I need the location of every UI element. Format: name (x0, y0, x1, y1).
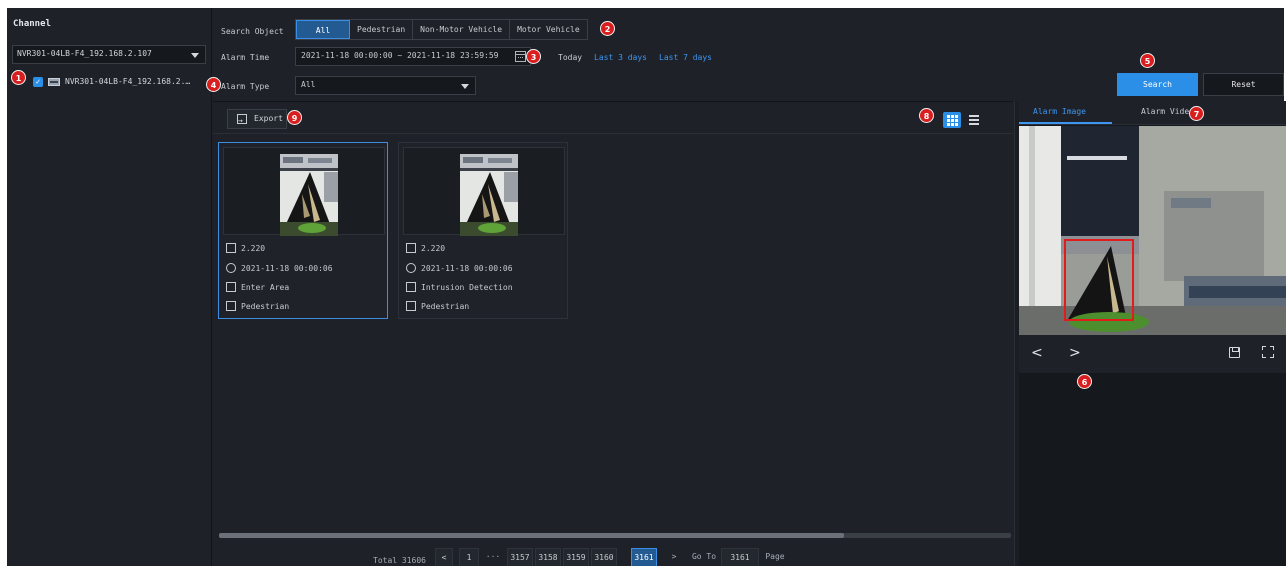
result-channel: 2.220 (226, 243, 265, 253)
result-thumbnail (280, 154, 338, 236)
pedestrian-target-icon (226, 301, 236, 311)
alarm-type-label: Alarm Type (221, 82, 270, 91)
channel-tree-item[interactable]: ✓ NVR301-04LB-F4_192.168.2.… (33, 75, 209, 91)
result-event: Intrusion Detection (406, 282, 513, 292)
channel-panel: Channel NVR301-04LB-F4_192.168.2.107 ✓ N… (7, 8, 212, 566)
alarm-image (1019, 126, 1286, 335)
pagination-total: Total 31606 (373, 556, 426, 565)
result-event: Enter Area (226, 282, 289, 292)
pagination-page-current[interactable]: 3161 (631, 548, 657, 566)
results-panel: Export (213, 101, 1013, 566)
export-label: Export (254, 114, 283, 123)
quick-last-7-days[interactable]: Last 7 days (659, 53, 712, 62)
callout-badge: 5 (1140, 53, 1155, 68)
search-object-motor[interactable]: Motor Vehicle (510, 20, 587, 39)
grid-view-icon[interactable] (943, 112, 961, 128)
intrusion-detection-icon (406, 282, 416, 292)
previous-arrow-icon[interactable]: < (1031, 345, 1043, 361)
pagination-page[interactable]: 3160 (591, 548, 617, 566)
callout-badge: 7 (1189, 106, 1204, 121)
export-icon (237, 112, 247, 130)
quick-last-3-days[interactable]: Last 3 days (594, 53, 647, 62)
result-thumbnail (460, 154, 518, 236)
search-object-segment: All Pedestrian Non-Motor Vehicle Motor V… (295, 19, 588, 40)
pagination-page-label: Page (765, 552, 785, 561)
result-object: Pedestrian (226, 301, 289, 311)
pagination-prev-button[interactable]: < (435, 548, 453, 566)
channel-title: Channel (13, 19, 51, 29)
callout-badge: 9 (287, 110, 302, 125)
calendar-icon[interactable] (515, 51, 526, 62)
result-card[interactable]: 2.220 2021-11-18 00:00:06 Intrusion Dete… (398, 142, 568, 319)
list-view-icon[interactable] (965, 112, 983, 128)
callout-badge: 1 (11, 70, 26, 85)
camera-icon (226, 243, 236, 253)
result-object: Pedestrian (406, 301, 469, 311)
callout-badge: 4 (206, 77, 221, 92)
camera-icon (406, 243, 416, 253)
pagination-next-button[interactable]: > (665, 548, 683, 566)
main-area: Search Object All Pedestrian Non-Motor V… (213, 8, 1286, 566)
device-select-value: NVR301-04LB-F4_192.168.2.107 (17, 49, 152, 58)
pagination-page[interactable]: 3157 (507, 548, 533, 566)
quick-today[interactable]: Today (558, 53, 582, 62)
pagination-goto-label: Go To (691, 552, 717, 561)
reset-button[interactable]: Reset (1203, 73, 1284, 96)
clock-icon (226, 263, 236, 273)
save-icon[interactable] (1229, 347, 1240, 358)
pagination-page[interactable]: 1 (459, 548, 479, 566)
callout-badge: 2 (600, 21, 615, 36)
callout-badge: 6 (1077, 374, 1092, 389)
search-button[interactable]: Search (1117, 73, 1198, 96)
active-tab-indicator (1019, 122, 1112, 124)
pagination-goto-input[interactable]: 3161 (721, 548, 759, 566)
search-object-all[interactable]: All (296, 20, 350, 39)
nvr-device-icon (48, 78, 60, 86)
enter-area-icon (226, 282, 236, 292)
tab-alarm-video[interactable]: Alarm Video (1141, 107, 1194, 116)
search-object-non-motor[interactable]: Non-Motor Vehicle (413, 20, 511, 39)
result-time: 2021-11-18 00:00:06 (406, 263, 513, 273)
channel-tree-label: NVR301-04LB-F4_192.168.2.… (65, 77, 191, 86)
pagination-page[interactable]: 3158 (535, 548, 561, 566)
alarm-time-value: 2021-11-18 00:00:00 ~ 2021-11-18 23:59:5… (301, 51, 499, 60)
result-thumbnail-frame (403, 147, 565, 236)
chevron-down-icon (461, 84, 469, 89)
preview-controls: < > (1019, 335, 1286, 373)
callout-badge: 8 (919, 108, 934, 123)
fullscreen-icon[interactable] (1262, 346, 1274, 358)
next-arrow-icon[interactable]: > (1069, 345, 1081, 361)
result-time: 2021-11-18 00:00:06 (226, 263, 333, 273)
alarm-type-value: All (301, 80, 316, 89)
export-button[interactable]: Export (227, 109, 287, 130)
clock-icon (406, 263, 416, 273)
pagination-ellipsis[interactable]: ··· (483, 548, 503, 566)
result-card[interactable]: 2.220 2021-11-18 00:00:06 Enter Area Ped… (218, 142, 388, 319)
device-select[interactable]: NVR301-04LB-F4_192.168.2.107 (12, 45, 206, 64)
alarm-time-label: Alarm Time (221, 53, 270, 62)
results-toolbar: Export (213, 102, 1013, 134)
filter-bar: Search Object All Pedestrian Non-Motor V… (213, 8, 1284, 100)
app-window: Channel NVR301-04LB-F4_192.168.2.107 ✓ N… (7, 8, 1286, 566)
search-object-pedestrian[interactable]: Pedestrian (350, 20, 414, 39)
preview-tabs: Alarm Image Alarm Video (1019, 101, 1286, 125)
search-object-label: Search Object (221, 27, 284, 36)
checkbox-checked-icon[interactable]: ✓ (33, 77, 43, 87)
alarm-type-select[interactable]: All (295, 76, 476, 95)
chevron-down-icon (191, 53, 199, 58)
pagination-page[interactable]: 3159 (563, 548, 589, 566)
scrollbar-thumb[interactable] (219, 533, 844, 538)
alarm-preview-panel: Alarm Image Alarm Video < > (1019, 101, 1286, 566)
horizontal-scrollbar[interactable] (219, 533, 1011, 538)
result-channel: 2.220 (406, 243, 445, 253)
callout-badge: 3 (526, 49, 541, 64)
tab-alarm-image[interactable]: Alarm Image (1033, 107, 1086, 116)
alarm-time-range-input[interactable]: 2021-11-18 00:00:00 ~ 2021-11-18 23:59:5… (295, 47, 531, 66)
pedestrian-target-icon (406, 301, 416, 311)
result-thumbnail-frame (223, 147, 385, 236)
